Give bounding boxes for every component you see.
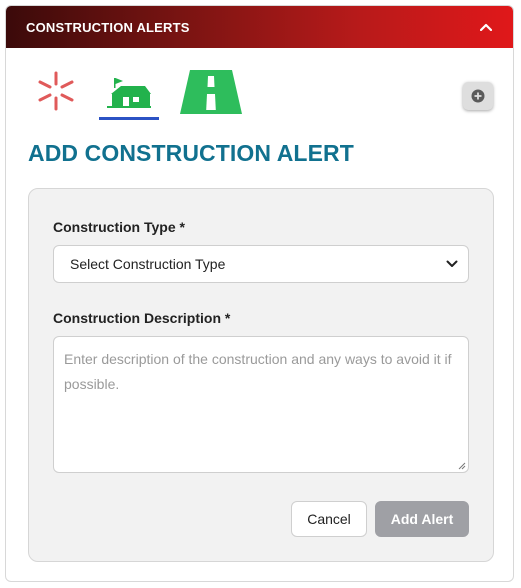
construction-house-icon	[107, 78, 151, 108]
active-tab-indicator	[99, 117, 159, 120]
panel-header[interactable]: CONSTRUCTION ALERTS	[6, 6, 513, 48]
resize-handle-icon[interactable]	[458, 462, 466, 470]
plus-circle-icon	[471, 89, 485, 103]
tab-construction[interactable]	[99, 68, 159, 114]
road-icon	[180, 70, 242, 114]
chevron-up-icon[interactable]	[475, 16, 497, 38]
add-alert-button[interactable]: Add Alert	[375, 501, 469, 537]
tab-incident[interactable]	[33, 68, 79, 114]
cancel-button[interactable]: Cancel	[291, 501, 367, 537]
construction-description-label: Construction Description *	[53, 310, 231, 326]
add-alert-type-button[interactable]	[463, 82, 493, 110]
construction-type-select[interactable]: Select Construction Type	[53, 245, 469, 283]
description-placeholder: Enter description of the construction an…	[64, 351, 452, 392]
sparkle-icon	[38, 71, 74, 111]
chevron-down-icon	[446, 260, 458, 267]
tab-road[interactable]	[176, 62, 246, 118]
panel-title: CONSTRUCTION ALERTS	[26, 19, 190, 35]
construction-description-input[interactable]: Enter description of the construction an…	[53, 336, 469, 473]
construction-type-value: Select Construction Type	[70, 256, 226, 272]
page-title: ADD CONSTRUCTION ALERT	[28, 140, 354, 166]
construction-alerts-panel: CONSTRUCTION ALERTS ADD CONSTRUCTION ALE…	[5, 5, 514, 582]
add-alert-form: Construction Type * Select Construction …	[28, 188, 494, 562]
construction-type-label: Construction Type *	[53, 219, 185, 235]
alert-type-tabs	[6, 48, 513, 128]
